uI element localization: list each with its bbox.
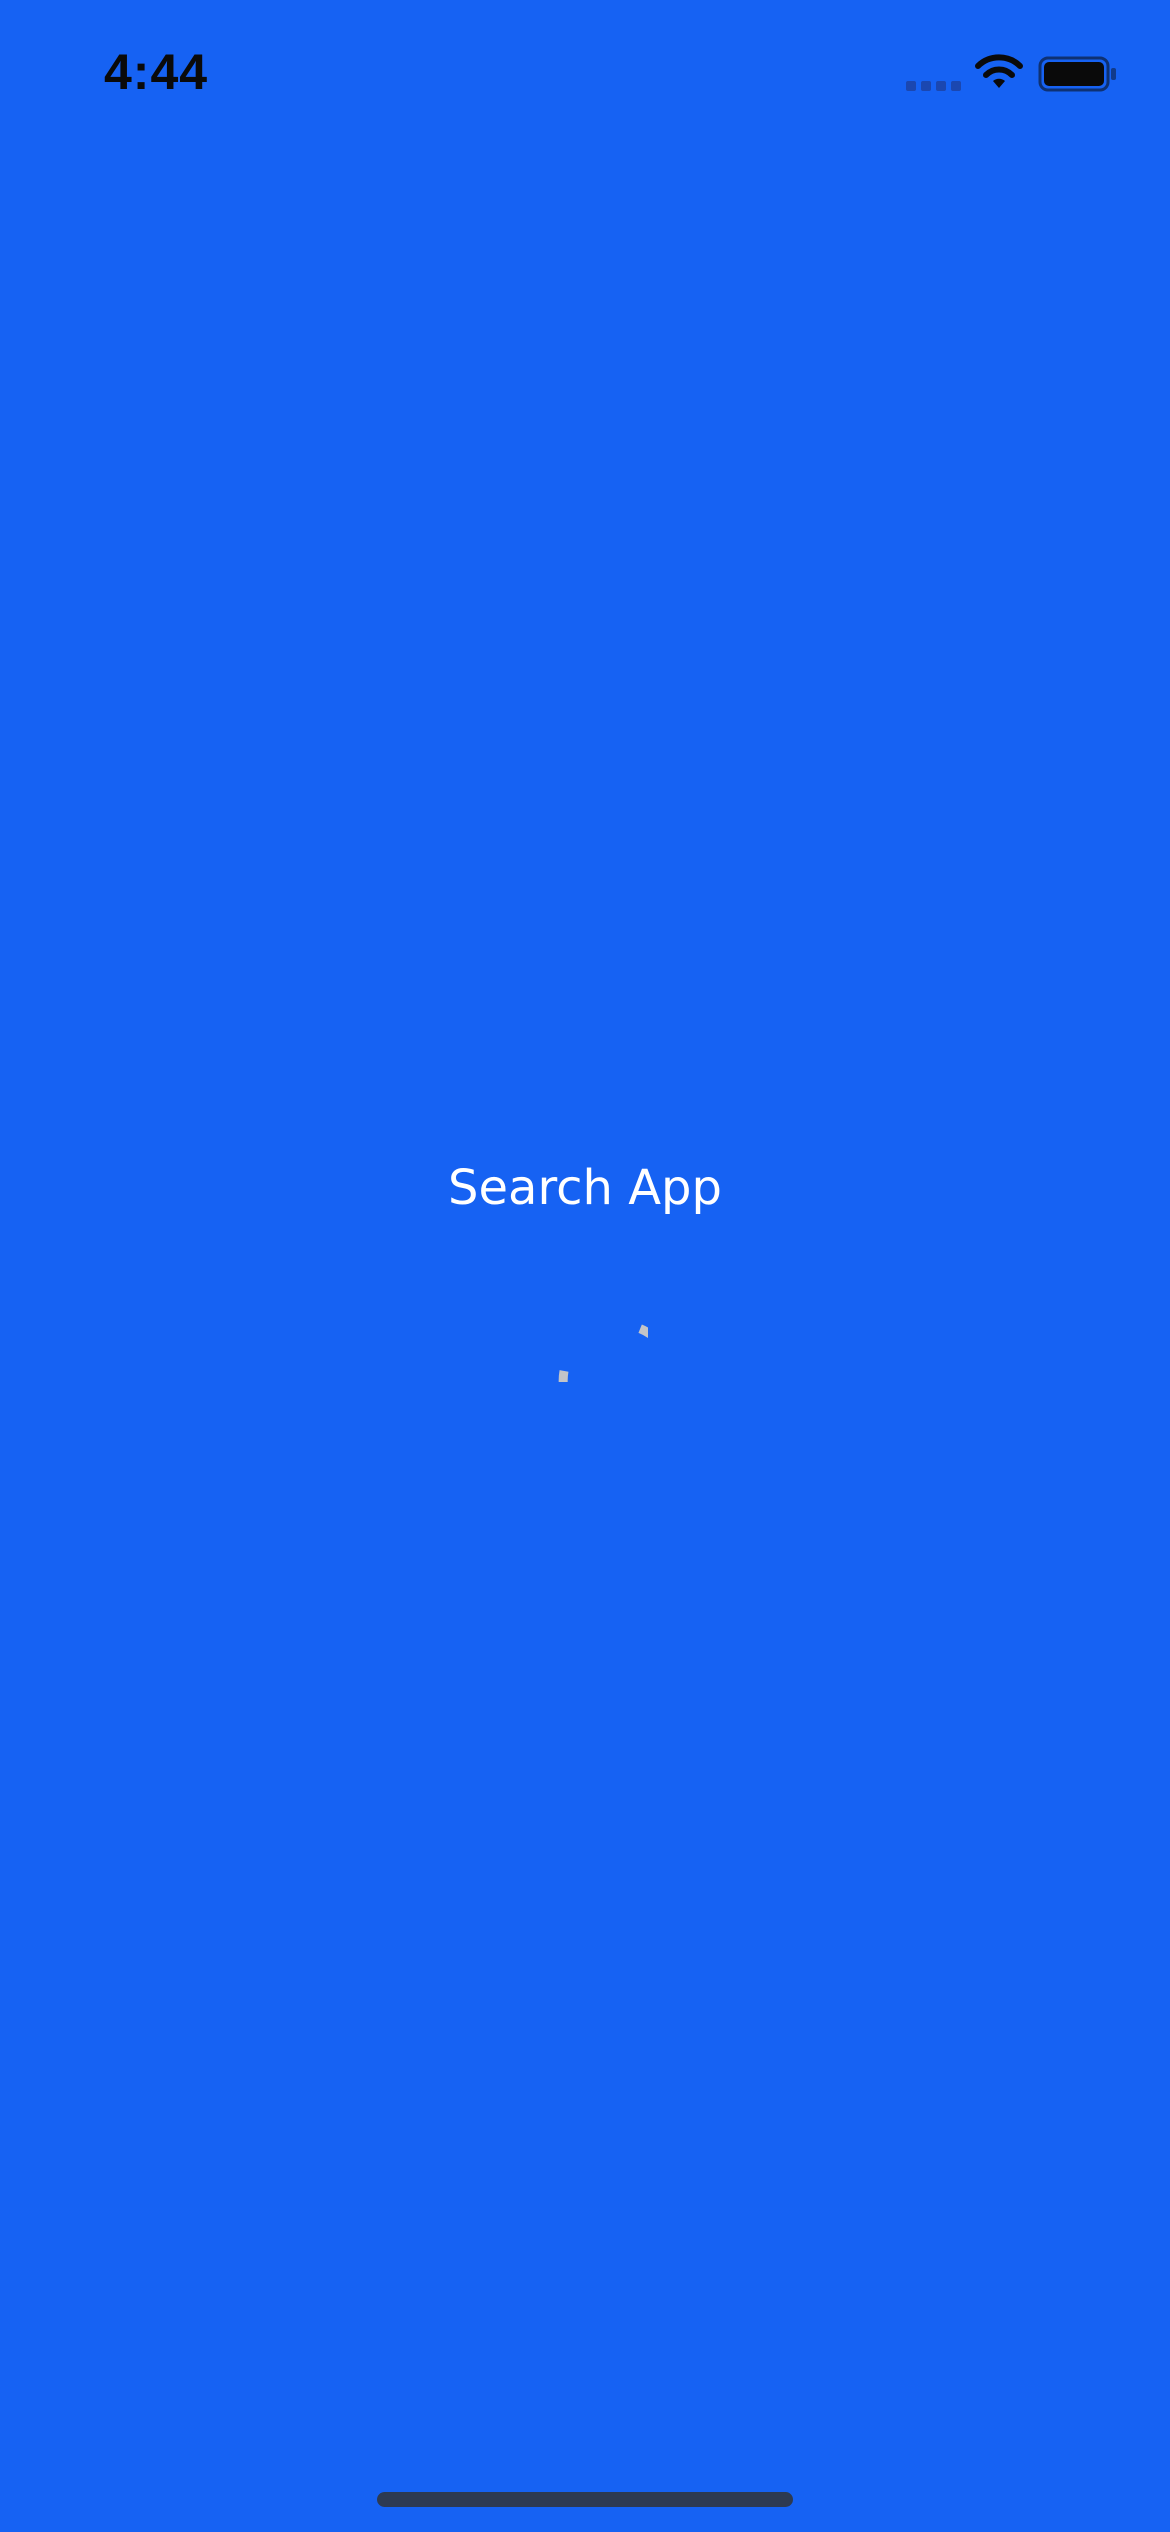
app-title: Search App <box>448 1160 722 1216</box>
status-time: 4:44 <box>104 44 209 100</box>
home-indicator[interactable] <box>377 2492 793 2507</box>
spinner-icon <box>558 1324 648 1382</box>
status-bar: 4:44 <box>0 0 1170 150</box>
wifi-icon <box>975 54 1023 88</box>
cellular-signal-icon <box>906 81 961 91</box>
splash-screen: 4:44 Search App <box>0 0 1170 2532</box>
battery-icon <box>1038 56 1116 92</box>
